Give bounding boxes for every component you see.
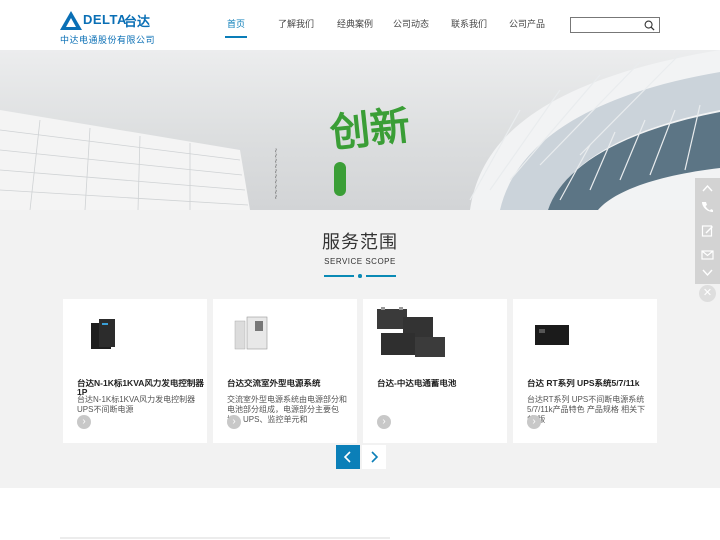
title-divider — [324, 274, 396, 278]
service-card[interactable]: 台达 RT系列 UPS系统5/7/11k 台达RT系列 UPS不间断电源系统5/… — [513, 299, 657, 443]
carousel-next-button[interactable] — [362, 445, 386, 469]
nav-item-products[interactable]: 公司产品 — [505, 0, 549, 50]
logo-text: DELTA — [83, 12, 127, 27]
service-card[interactable]: 台达-中达电通蓄电池 › — [363, 299, 507, 443]
chevron-right-icon[interactable]: › — [527, 415, 541, 429]
nav-item-about[interactable]: 了解我们 — [269, 0, 323, 50]
chevron-right-icon[interactable]: › — [377, 415, 391, 429]
search-icon[interactable] — [644, 20, 655, 31]
product-image-power-cabinet — [234, 316, 268, 350]
floating-toolbar — [695, 178, 720, 284]
edit-icon[interactable] — [701, 224, 714, 237]
chevron-left-icon — [343, 451, 351, 463]
nav-item-cases[interactable]: 经典案例 — [333, 0, 377, 50]
close-icon[interactable]: ✕ — [699, 285, 716, 302]
product-image-rack-ups — [535, 325, 569, 345]
nav-item-contact[interactable]: 联系我们 — [447, 0, 491, 50]
card-desc: 交流室外型电源系统由电源部分和电池部分组成，电源部分主要包括：UPS、监控单元和 — [227, 395, 347, 424]
chevron-up-icon[interactable] — [701, 182, 714, 195]
banner-seal — [334, 162, 346, 196]
delta-logo-icon — [60, 11, 82, 30]
banner-text-column: ~~~~~~~~~~ — [271, 148, 280, 200]
company-name: 中达电通股份有限公司 — [60, 35, 156, 45]
site-header: DELTA 台达 中达电通股份有限公司 首页 了解我们 经典案例 公司动态 联系… — [0, 0, 720, 50]
carousel-prev-button[interactable] — [336, 445, 360, 469]
product-image-batteries — [377, 307, 445, 357]
card-desc: 台达RT系列 UPS不间断电源系统5/7/11k产品特色 产品规格 相关下载 版 — [527, 395, 646, 424]
chevron-right-icon — [371, 451, 379, 463]
logo-text-cn: 台达 — [124, 14, 151, 29]
nav-item-news[interactable]: 公司动态 — [389, 0, 433, 50]
search-box — [570, 17, 660, 33]
service-card[interactable]: 台达N-1K标1KVA风力发电控制器1P 台达N-1K标1KVA风力发电控制器U… — [63, 299, 207, 443]
search-input[interactable] — [573, 19, 643, 31]
chevron-down-icon[interactable] — [701, 266, 714, 279]
section-title: 服务范围 — [322, 232, 398, 252]
section-subtitle: SERVICE SCOPE — [324, 257, 396, 266]
footer-divider — [60, 537, 390, 539]
nav-item-home[interactable]: 首页 — [217, 0, 255, 50]
main-nav: 首页 了解我们 经典案例 公司动态 联系我们 公司产品 — [210, 0, 549, 50]
banner-headline: 创新 — [327, 101, 413, 158]
hero-banner: 创新 ~~~~~~~~~~ — [0, 50, 720, 210]
services-section: 服务范围 SERVICE SCOPE 台达N-1K标1KVA风力发电控制器1P … — [0, 210, 720, 488]
logo[interactable]: DELTA 台达 中达电通股份有限公司 — [60, 10, 160, 46]
chevron-right-icon[interactable]: › — [227, 415, 241, 429]
phone-icon[interactable] — [701, 200, 714, 213]
product-image-ups-tower — [91, 319, 115, 349]
mail-icon[interactable] — [701, 248, 714, 261]
card-desc — [377, 395, 501, 427]
card-desc: 台达N-1K标1KVA风力发电控制器UPS不间断电源 — [77, 395, 196, 414]
service-card[interactable]: 台达交流室外型电源系统 交流室外型电源系统由电源部分和电池部分组成，电源部分主要… — [213, 299, 357, 443]
chevron-right-icon[interactable]: › — [77, 415, 91, 429]
